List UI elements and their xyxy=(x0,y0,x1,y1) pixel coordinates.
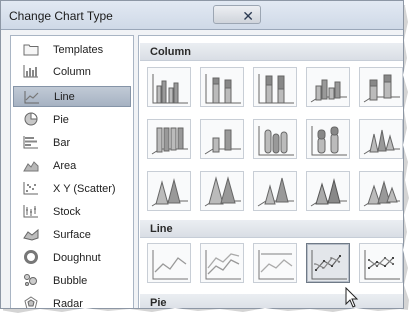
sidebar-item-label: Stock xyxy=(53,205,81,218)
thumb-line[interactable] xyxy=(147,243,191,283)
sidebar-item-label: Surface xyxy=(53,228,91,241)
thumb-3d-clustered-column[interactable] xyxy=(306,67,350,107)
3d-percent-stacked-column-icon xyxy=(151,127,188,155)
percent-stacked-line-icon xyxy=(258,250,294,280)
pie-chart-icon xyxy=(24,112,38,126)
thumb-100-stacked-line[interactable] xyxy=(253,243,297,283)
sidebar-item-label: Pie xyxy=(53,113,69,126)
area-chart-icon xyxy=(23,161,39,172)
surface-chart-icon xyxy=(23,228,39,241)
thumb-stacked-cone[interactable] xyxy=(147,171,191,211)
thumb-clustered-cylinder[interactable] xyxy=(253,119,297,159)
thumb-3d-100-stacked-column[interactable] xyxy=(147,119,191,159)
sidebar-item-label: Column xyxy=(53,65,91,78)
thumb-clustered-pyramid[interactable] xyxy=(306,171,350,211)
sidebar-item-label: X Y (Scatter) xyxy=(53,182,116,195)
close-icon: ✕ xyxy=(242,8,254,24)
sidebar-item-column[interactable]: Column xyxy=(13,61,131,82)
section-header-line: Line xyxy=(140,220,403,238)
sidebar-item-area[interactable]: Area xyxy=(13,155,131,176)
sidebar-item-label: Bubble xyxy=(53,274,88,287)
bubble-chart-icon xyxy=(24,274,37,286)
thumb-3d-cone[interactable] xyxy=(253,171,297,211)
percent-stacked-cone-icon xyxy=(204,176,241,207)
line-icon xyxy=(152,250,188,280)
close-button[interactable]: ✕ xyxy=(213,5,261,24)
torn-edge-bottom xyxy=(0,308,417,318)
percent-stacked-column-icon xyxy=(258,74,294,104)
line-with-markers-icon xyxy=(311,250,347,280)
pyramid-column-icon xyxy=(310,178,347,207)
thumb-line-with-markers[interactable] xyxy=(306,243,350,283)
sidebar-item-bubble[interactable]: Bubble xyxy=(13,270,131,291)
sidebar-item-label: Templates xyxy=(53,43,104,56)
sidebar-item-label: Bar xyxy=(53,136,71,149)
chart-subtype-gallery: Column Line Pie xyxy=(138,35,403,308)
change-chart-type-dialog: Change Chart Type ✕ Templates Column Lin… xyxy=(0,0,404,309)
stacked-cone-icon xyxy=(151,178,188,207)
doughnut-chart-icon xyxy=(24,250,38,264)
sidebar-item-bar[interactable]: Bar xyxy=(13,132,131,153)
sidebar-item-label: Doughnut xyxy=(53,251,101,264)
torn-edge-right xyxy=(403,0,417,318)
stacked-line-icon xyxy=(205,250,241,280)
stacked-cylinder-icon xyxy=(311,126,347,156)
thumb-stacked-line[interactable] xyxy=(200,243,244,283)
sidebar-item-surface[interactable]: Surface xyxy=(13,224,131,245)
thumb-clustered-column[interactable] xyxy=(147,67,191,107)
3d-column-icon xyxy=(204,129,241,155)
section-header-column: Column xyxy=(140,43,403,61)
sidebar-item-templates[interactable]: Templates xyxy=(13,39,131,60)
sidebar-item-pie[interactable]: Pie xyxy=(13,109,131,130)
thumb-100-stacked-cone[interactable] xyxy=(200,171,244,211)
column-chart-icon xyxy=(23,65,38,78)
stacked-column-icon xyxy=(205,74,241,104)
sidebar-item-stock[interactable]: Stock xyxy=(13,201,131,222)
sidebar-item-label: Area xyxy=(53,159,77,172)
thumb-stacked-column[interactable] xyxy=(200,67,244,107)
thumb-100-stacked-column[interactable] xyxy=(253,67,297,107)
window-title: Change Chart Type xyxy=(9,9,113,23)
line-chart-icon xyxy=(24,91,39,104)
chart-type-sidebar: Templates Column Line Pie Bar Area X Y (… xyxy=(10,35,134,308)
sidebar-item-line[interactable]: Line xyxy=(13,86,131,107)
clustered-column-icon xyxy=(152,74,188,104)
folder-icon xyxy=(23,44,39,56)
3d-clustered-column-icon xyxy=(310,79,347,103)
scatter-chart-icon xyxy=(23,182,38,195)
sidebar-item-xy-scatter[interactable]: X Y (Scatter) xyxy=(13,178,131,199)
title-bar: Change Chart Type ✕ xyxy=(1,1,403,30)
sidebar-item-label: Line xyxy=(54,90,75,103)
sidebar-item-doughnut[interactable]: Doughnut xyxy=(13,247,131,268)
thumb-stacked-cylinder[interactable] xyxy=(306,119,350,159)
thumb-3d-column[interactable] xyxy=(200,119,244,159)
bar-chart-icon xyxy=(23,136,38,149)
stock-chart-icon xyxy=(23,205,38,218)
cylinder-column-icon xyxy=(258,126,294,156)
3d-cone-icon xyxy=(257,177,294,207)
